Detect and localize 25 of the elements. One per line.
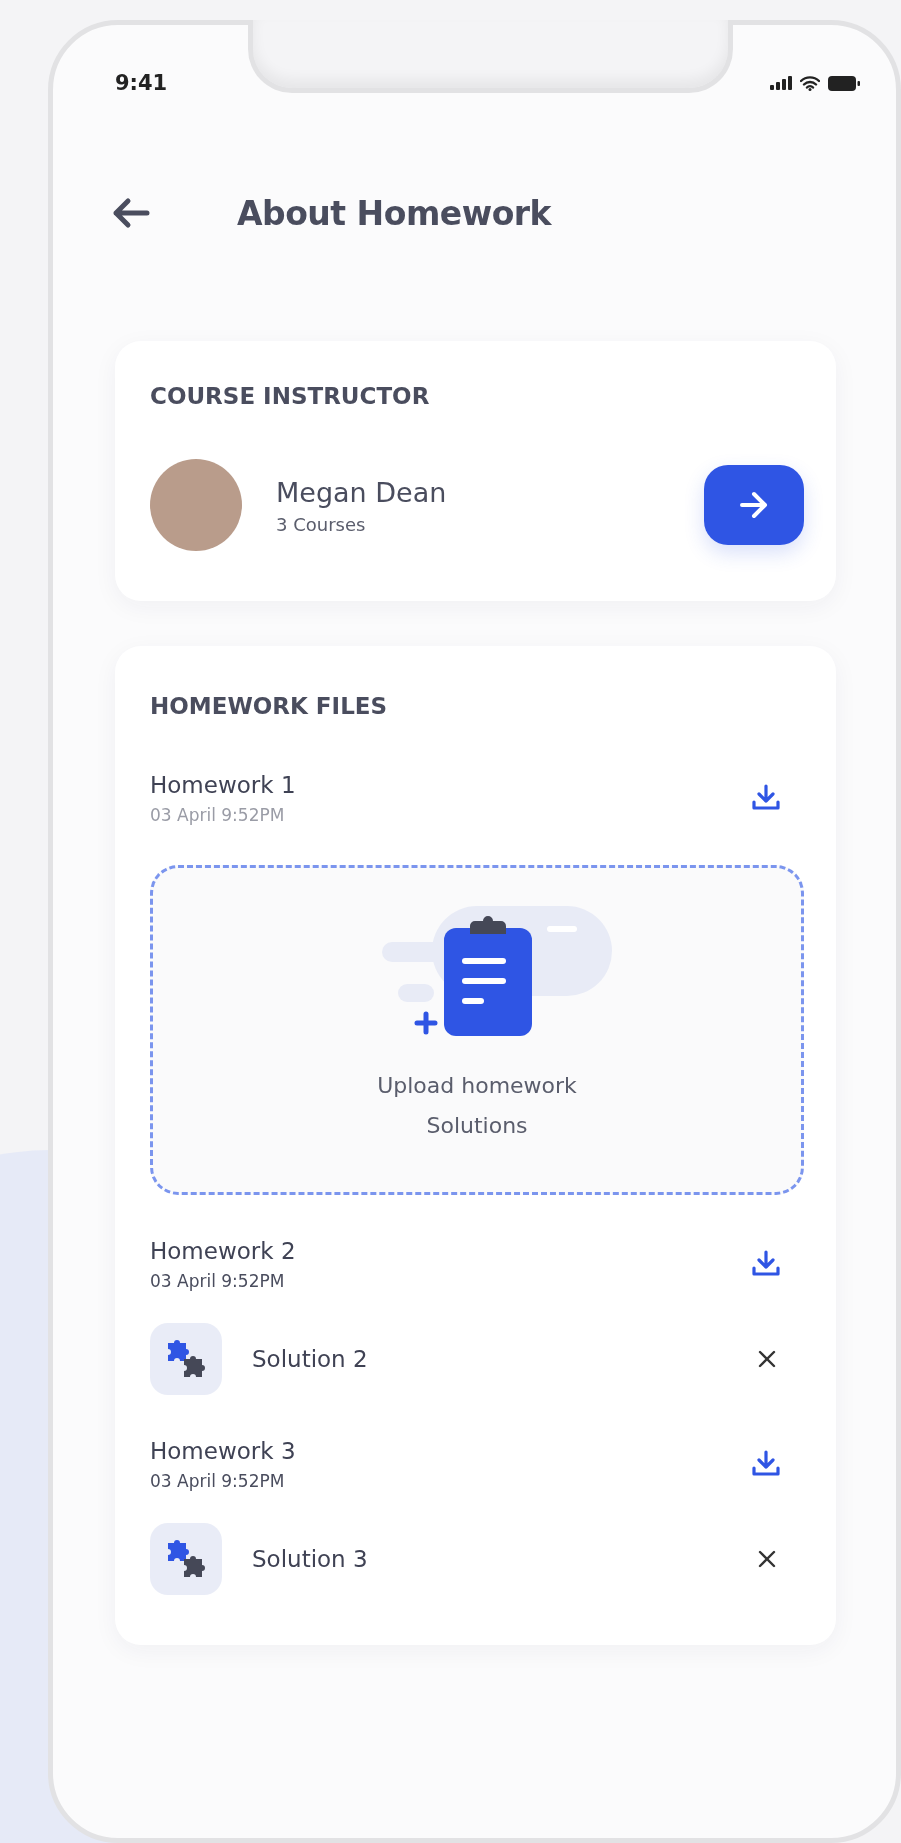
close-icon	[758, 1350, 776, 1368]
back-button[interactable]	[111, 197, 151, 229]
upload-label: Upload homework Solutions	[376, 1072, 578, 1140]
homework-date: 03 April 9:52PM	[150, 1470, 286, 1493]
wifi-icon	[800, 75, 820, 91]
battery-icon	[828, 75, 860, 91]
right-arrow-icon	[739, 491, 769, 519]
course-count: 3 Courses	[276, 513, 367, 535]
solution-file-name: Solution 2	[252, 1346, 369, 1372]
homework-title: Homework 1	[150, 771, 296, 800]
homework-date: 03 April 9:52PM	[150, 804, 286, 827]
homework-title: Homework 3	[150, 1437, 296, 1466]
page-title: About Homework	[237, 193, 552, 233]
instructor-name: Megan Dean	[276, 475, 448, 510]
homework-date: 03 April 9:52PM	[150, 1270, 286, 1293]
signal-icon	[770, 76, 792, 90]
back-arrow-icon	[111, 197, 151, 229]
status-time: 9:41	[115, 71, 168, 95]
open-instructor-button[interactable]	[704, 465, 804, 545]
card-heading: COURSE INSTRUCTOR	[150, 382, 431, 411]
upload-drop-zone[interactable]: Upload homework Solutions	[150, 865, 804, 1195]
close-icon	[758, 1550, 776, 1568]
homework-title: Homework 2	[150, 1237, 296, 1266]
card-heading: HOMEWORK FILES	[150, 692, 389, 721]
solution-file-name: Solution 3	[252, 1546, 369, 1572]
